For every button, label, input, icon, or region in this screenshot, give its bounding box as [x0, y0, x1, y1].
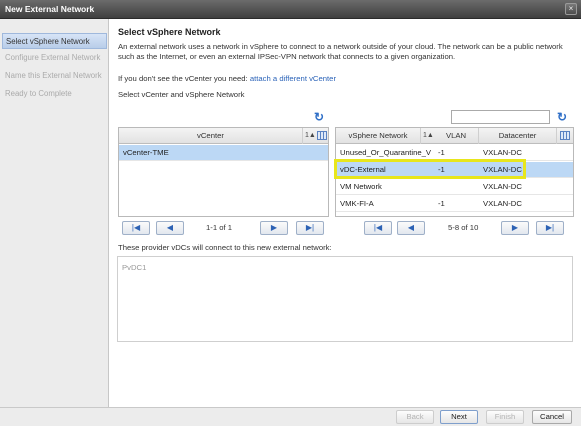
vlan-cell: [434, 179, 479, 195]
columns-icon[interactable]: [317, 131, 327, 140]
network-grid-header: vSphere Network 1▲ VLAN Datacenter: [336, 128, 573, 144]
vcenter-hint-text: If you don't see the vCenter you need:: [118, 74, 248, 83]
vcenter-hint: If you don't see the vCenter you need: a…: [118, 74, 336, 83]
vcenter-sort-indicator[interactable]: 1▲: [305, 128, 316, 144]
cancel-button[interactable]: Cancel: [532, 410, 572, 424]
sort-up-icon: ▲: [308, 132, 316, 139]
attach-vcenter-link[interactable]: attach a different vCenter: [250, 74, 336, 83]
vlan-column-header[interactable]: VLAN: [434, 128, 479, 144]
vlan-cell: -1: [438, 199, 445, 208]
refresh-vcenter-icon[interactable]: ↻: [314, 111, 324, 123]
sort-up-icon: ▲: [426, 132, 434, 139]
next-button[interactable]: Next: [440, 410, 478, 424]
page-title: Select vSphere Network: [118, 27, 221, 37]
prev-page-button[interactable]: ◀: [156, 221, 184, 235]
last-page-icon: ▶|: [305, 223, 315, 232]
datacenter-cell: VXLAN-DC: [483, 199, 522, 208]
vcenter-grid: vCenter 1▲ vCenter-TME: [118, 127, 329, 217]
network-search-input[interactable]: [451, 110, 550, 124]
vcenter-name-cell: vCenter-TME: [123, 148, 169, 157]
vcenter-pager: |◀ ◀ 1-1 of 1 ▶ ▶|: [118, 221, 329, 237]
wizard-steps: Select vSphere Network Configure Externa…: [0, 19, 109, 407]
close-icon[interactable]: ×: [565, 3, 577, 15]
step-select-vsphere-network[interactable]: Select vSphere Network: [2, 33, 107, 49]
last-page-icon: ▶|: [545, 223, 555, 232]
next-page-icon: ▶: [270, 223, 278, 232]
next-page-button[interactable]: ▶: [501, 221, 529, 235]
network-pager: |◀ ◀ 5-8 of 10 ▶ ▶|: [335, 221, 574, 237]
wizard-footer: Back Next Finish Cancel: [0, 407, 581, 426]
provider-vdcs-label: These provider vDCs will connect to this…: [118, 243, 332, 252]
provider-vdc-item: PvDC1: [122, 263, 147, 272]
step-configure-external-network: Configure External Network: [5, 53, 101, 62]
network-name-cell: VM Network: [340, 182, 382, 191]
network-row[interactable]: VM Network VXLAN-DC: [336, 179, 573, 195]
prev-page-button[interactable]: ◀: [397, 221, 425, 235]
first-page-icon: |◀: [131, 223, 141, 232]
back-button[interactable]: Back: [396, 410, 434, 424]
datacenter-column-header[interactable]: Datacenter: [479, 128, 557, 144]
last-page-button[interactable]: ▶|: [536, 221, 564, 235]
finish-button[interactable]: Finish: [486, 410, 524, 424]
network-row[interactable]: VMK-FI-A -1 VXLAN-DC: [336, 196, 573, 212]
first-page-icon: |◀: [373, 223, 383, 232]
network-page-label: 5-8 of 10: [448, 223, 479, 232]
step-ready-to-complete: Ready to Complete: [5, 89, 72, 98]
provider-vdcs-list: PvDC1: [117, 256, 573, 342]
window-titlebar: New External Network ×: [0, 0, 581, 19]
first-page-button[interactable]: |◀: [364, 221, 392, 235]
step-name-external-network: Name this External Network: [5, 71, 102, 80]
first-page-button[interactable]: |◀: [122, 221, 150, 235]
vcenter-row[interactable]: vCenter-TME: [119, 145, 328, 161]
vcenter-page-label: 1-1 of 1: [206, 223, 233, 232]
columns-icon[interactable]: [560, 131, 570, 140]
network-name-cell: VMK-FI-A: [340, 199, 374, 208]
network-column-header[interactable]: vSphere Network: [336, 128, 421, 144]
page-description: An external network uses a network in vS…: [118, 42, 563, 61]
network-sort-indicator[interactable]: 1▲: [423, 128, 434, 144]
datacenter-cell: VXLAN-DC: [483, 182, 522, 191]
prev-page-icon: ◀: [166, 223, 174, 232]
next-page-icon: ▶: [511, 223, 519, 232]
prev-page-icon: ◀: [407, 223, 415, 232]
main-content: Select vSphere Network An external netwo…: [110, 19, 581, 407]
next-page-button[interactable]: ▶: [260, 221, 288, 235]
selection-highlight: [334, 159, 526, 179]
refresh-network-icon[interactable]: ↻: [557, 111, 567, 123]
grid-section-label: Select vCenter and vSphere Network: [118, 90, 245, 99]
vcenter-column-header[interactable]: vCenter: [119, 128, 303, 144]
last-page-button[interactable]: ▶|: [296, 221, 324, 235]
vcenter-grid-header: vCenter 1▲: [119, 128, 328, 144]
window-title: New External Network: [5, 4, 95, 14]
